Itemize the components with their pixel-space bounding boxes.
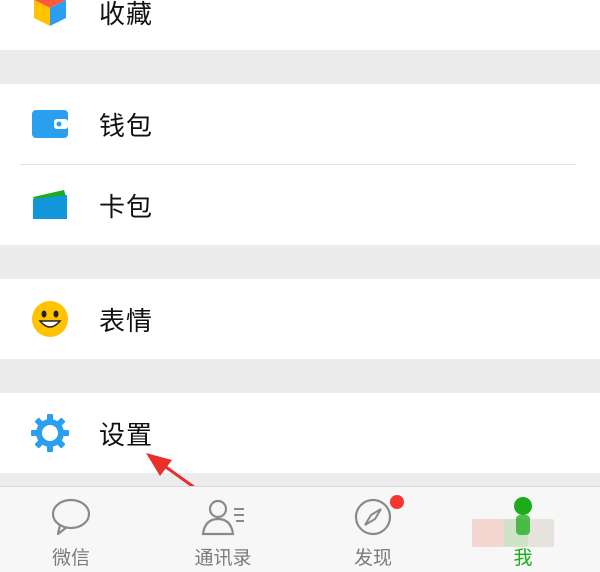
smiley-icon: [28, 297, 72, 341]
stickers-section: 表情: [0, 279, 600, 359]
tab-chats[interactable]: 微信: [16, 487, 126, 572]
menu-item-label: 卡包: [99, 192, 154, 223]
compass-icon: [353, 497, 393, 541]
tab-label: 发现: [353, 547, 392, 569]
menu-item-wallet[interactable]: 钱包: [0, 84, 600, 164]
gear-icon: [28, 411, 72, 455]
contacts-icon: [200, 497, 246, 541]
chat-bubble-icon: [50, 497, 92, 541]
wallet-section: 钱包 卡包: [0, 84, 600, 245]
tab-contacts[interactable]: 通讯录: [168, 487, 278, 572]
menu-item-cards[interactable]: 卡包: [0, 165, 600, 245]
menu-item-settings[interactable]: 设置: [0, 393, 600, 473]
menu-item-label: 钱包: [99, 111, 154, 142]
wallet-icon: [28, 102, 72, 146]
person-icon: [508, 497, 538, 547]
menu-item-label: 设置: [99, 420, 154, 451]
tab-label: 我: [513, 547, 533, 569]
discover-badge: [390, 495, 404, 509]
menu-item-favorites[interactable]: 收藏: [0, 0, 600, 50]
menu-item-label: 表情: [99, 306, 154, 337]
card-pack-icon: [28, 183, 72, 227]
bottom-tab-bar: 微信 通讯录 发现 我: [0, 486, 600, 572]
settings-section: 设置: [0, 393, 600, 473]
favorites-cube-icon: [28, 0, 72, 30]
tab-discover[interactable]: 发现: [318, 487, 428, 572]
tab-label: 微信: [51, 547, 90, 569]
tab-label: 通讯录: [194, 547, 252, 569]
tab-me[interactable]: 我: [468, 487, 578, 572]
menu-item-stickers[interactable]: 表情: [0, 279, 600, 359]
menu-item-label: 收藏: [99, 0, 154, 30]
favorites-section: 收藏: [0, 0, 600, 50]
